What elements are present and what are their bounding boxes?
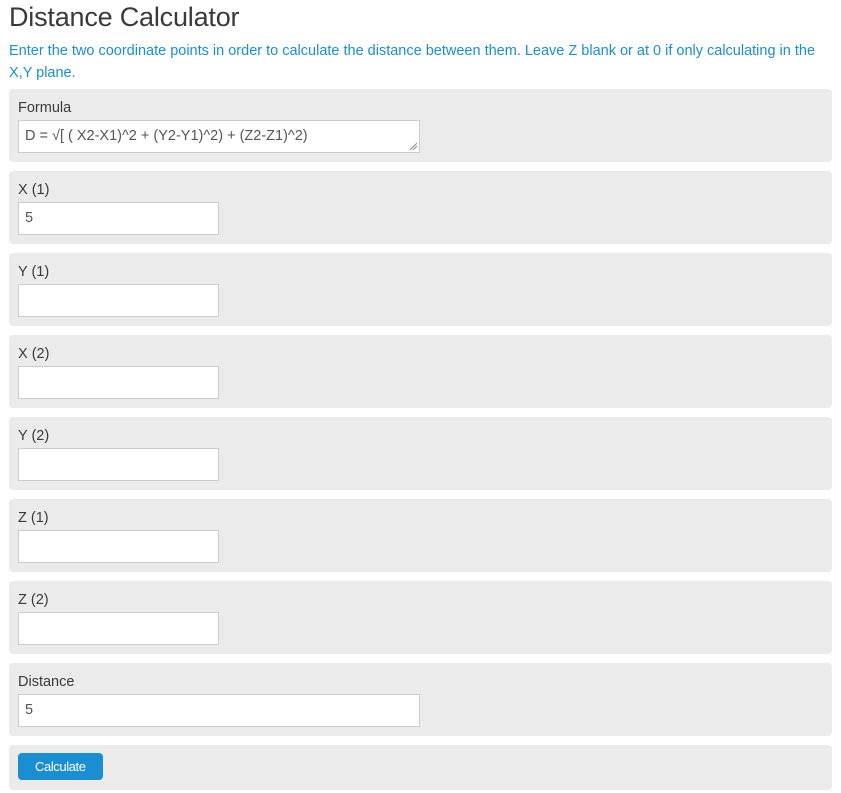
formula-panel: Formula D = √[ ( X2-X1)^2 + (Y2-Y1)^2) +… [9, 89, 832, 162]
x1-input[interactable]: 5 [18, 202, 219, 235]
y1-panel: Y (1) [9, 253, 832, 326]
formula-textarea[interactable]: D = √[ ( X2-X1)^2 + (Y2-Y1)^2) + (Z2-Z1)… [18, 120, 420, 153]
page-title: Distance Calculator [9, 2, 240, 32]
x2-label: X (2) [18, 346, 50, 362]
formula-label: Formula [18, 100, 72, 116]
calculate-button[interactable]: Calculate [18, 753, 103, 780]
z1-panel: Z (1) [9, 499, 832, 572]
z2-panel: Z (2) [9, 581, 832, 654]
calculator-page: Distance Calculator Enter the two coordi… [0, 0, 841, 790]
formula-text: D = √[ ( X2-X1)^2 + (Y2-Y1)^2) + (Z2-Z1)… [25, 128, 308, 144]
y2-label: Y (2) [18, 428, 50, 444]
y1-input[interactable] [18, 284, 219, 317]
y2-panel: Y (2) [9, 417, 832, 490]
resize-grip-icon[interactable] [409, 142, 418, 151]
z2-label: Z (2) [18, 592, 49, 608]
z1-input[interactable] [18, 530, 219, 563]
x2-panel: X (2) [9, 335, 832, 408]
z2-input[interactable] [18, 612, 219, 645]
distance-label: Distance [18, 674, 75, 690]
distance-panel: Distance 5 [9, 663, 832, 736]
x1-panel: X (1) 5 [9, 171, 832, 244]
z1-label: Z (1) [18, 510, 49, 526]
x1-label: X (1) [18, 182, 50, 198]
x2-input[interactable] [18, 366, 219, 399]
distance-output[interactable]: 5 [18, 694, 420, 727]
y2-input[interactable] [18, 448, 219, 481]
calculate-panel: Calculate [9, 745, 832, 790]
intro-text: Enter the two coordinate points in order… [9, 43, 816, 81]
y1-label: Y (1) [18, 264, 50, 280]
